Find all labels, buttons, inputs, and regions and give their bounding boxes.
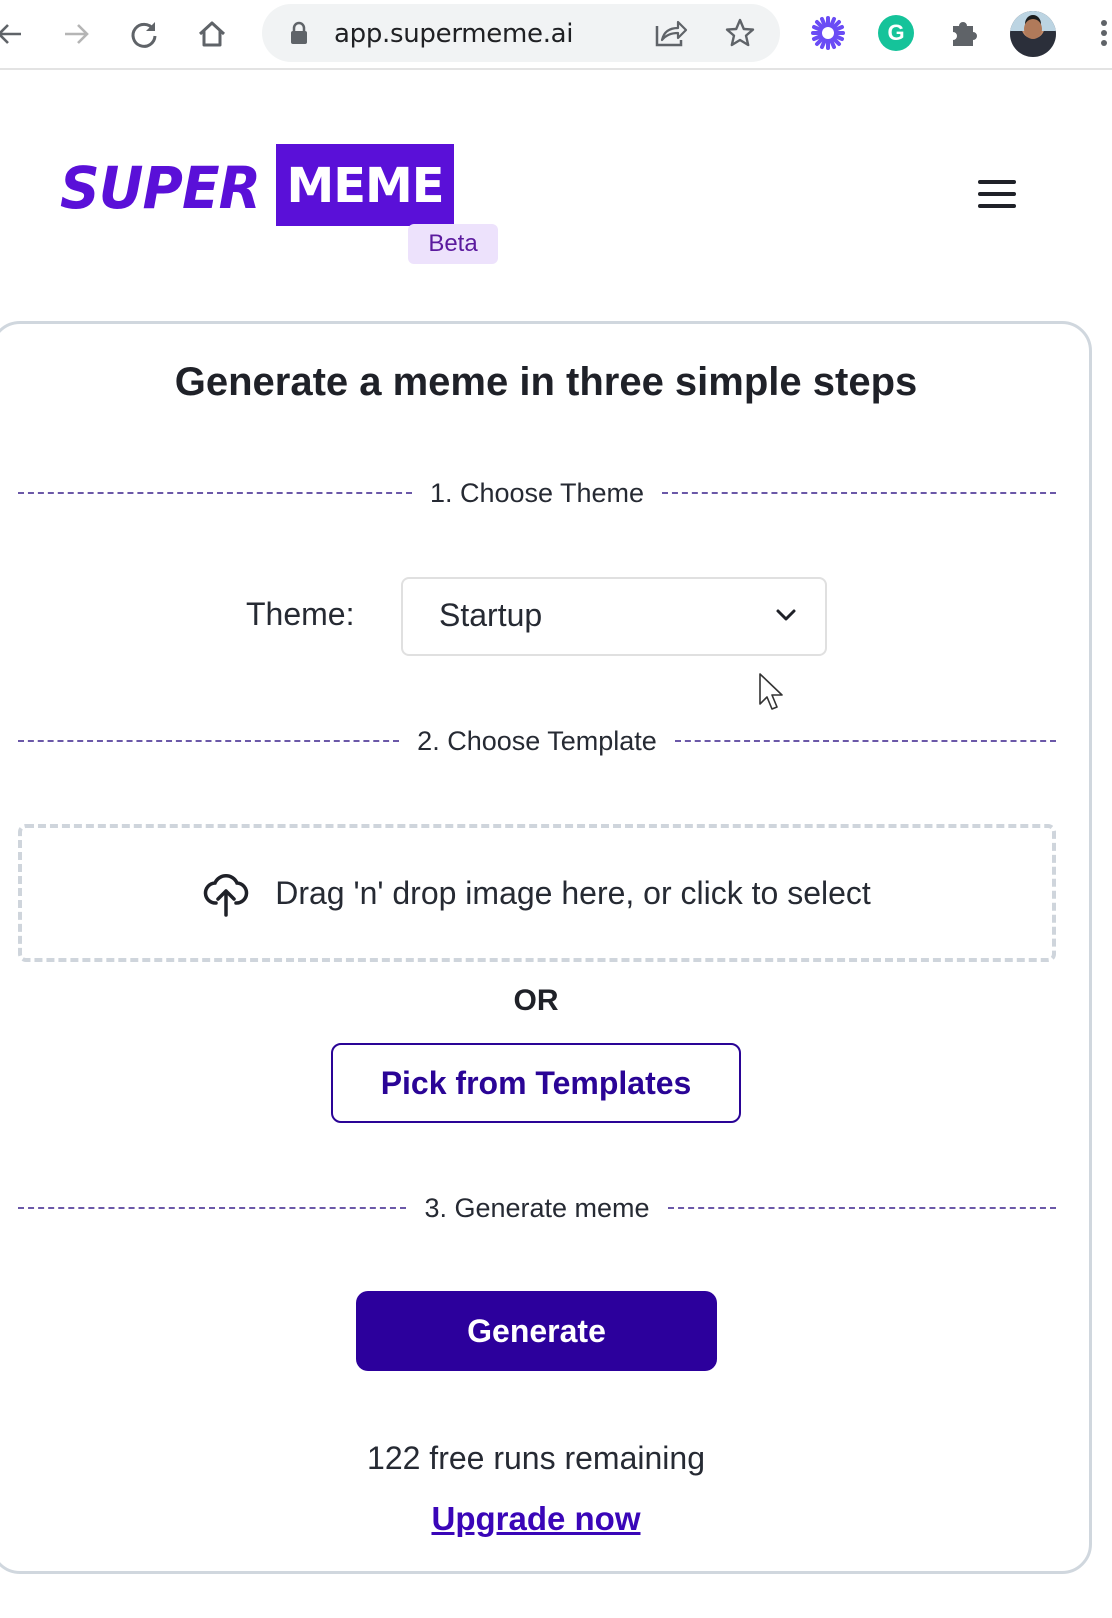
step-divider-1: 1. Choose Theme xyxy=(18,477,1057,508)
asterisk-extension-icon xyxy=(811,16,845,50)
kebab-menu-icon xyxy=(1101,20,1107,46)
mouse-cursor-icon xyxy=(759,673,783,710)
or-separator: OR xyxy=(513,984,559,1017)
logo-super-text: SUPER xyxy=(60,154,261,222)
back-button[interactable] xyxy=(0,14,30,54)
star-icon[interactable] xyxy=(724,17,756,49)
upgrade-container: Upgrade now xyxy=(0,1500,1072,1538)
free-runs-remaining: 122 free runs remaining xyxy=(367,1440,705,1476)
grammarly-extension-button[interactable]: G xyxy=(876,13,916,53)
generate-button[interactable]: Generate xyxy=(356,1291,717,1371)
asterisk-extension-button[interactable] xyxy=(808,13,848,53)
browser-menu-button[interactable] xyxy=(1084,13,1112,53)
url-text[interactable]: app.supermeme.ai xyxy=(334,19,574,49)
arrow-left-icon xyxy=(0,24,21,44)
dropzone-text: Drag 'n' drop image here, or click to se… xyxy=(275,874,871,911)
forward-button[interactable] xyxy=(56,14,96,54)
upgrade-now-link[interactable]: Upgrade now xyxy=(431,1500,640,1537)
beta-badge: Beta xyxy=(408,224,498,264)
cloud-upload-icon xyxy=(203,874,249,917)
theme-label: Theme: xyxy=(246,596,355,632)
logo-meme-text: MEME xyxy=(286,158,444,214)
step-2-label: 2. Choose Template xyxy=(417,725,657,756)
logo-meme-box: MEME xyxy=(276,144,454,226)
step-divider-2: 2. Choose Template xyxy=(18,726,1056,756)
reload-button[interactable] xyxy=(124,14,164,54)
theme-select[interactable]: Startup xyxy=(401,577,827,656)
browser-toolbar: app.supermeme.ai G xyxy=(0,0,1112,70)
step-3-label: 3. Generate meme xyxy=(424,1192,650,1223)
address-bar[interactable]: app.supermeme.ai xyxy=(262,4,780,62)
reload-icon xyxy=(131,22,157,48)
lock-icon xyxy=(291,21,307,44)
chevron-down-icon xyxy=(776,609,796,621)
hamburger-icon xyxy=(978,180,1016,184)
step-1-label: 1. Choose Theme xyxy=(429,477,645,508)
home-button[interactable] xyxy=(192,14,232,54)
hamburger-menu-button[interactable] xyxy=(978,180,1016,208)
page-title: Generate a meme in three simple steps xyxy=(174,360,918,404)
grammarly-icon: G xyxy=(878,15,914,51)
arrow-right-icon xyxy=(65,24,89,44)
home-icon xyxy=(198,21,226,47)
theme-select-value: Startup xyxy=(439,597,543,633)
puzzle-icon xyxy=(953,22,977,46)
extensions-button[interactable] xyxy=(944,13,984,53)
share-icon[interactable] xyxy=(654,18,688,48)
pick-from-templates-button[interactable]: Pick from Templates xyxy=(331,1043,741,1123)
avatar xyxy=(1010,11,1056,57)
image-dropzone[interactable]: Drag 'n' drop image here, or click to se… xyxy=(18,824,1056,962)
profile-button[interactable] xyxy=(1009,10,1057,58)
step-divider-3: 3. Generate meme xyxy=(18,1193,1056,1223)
